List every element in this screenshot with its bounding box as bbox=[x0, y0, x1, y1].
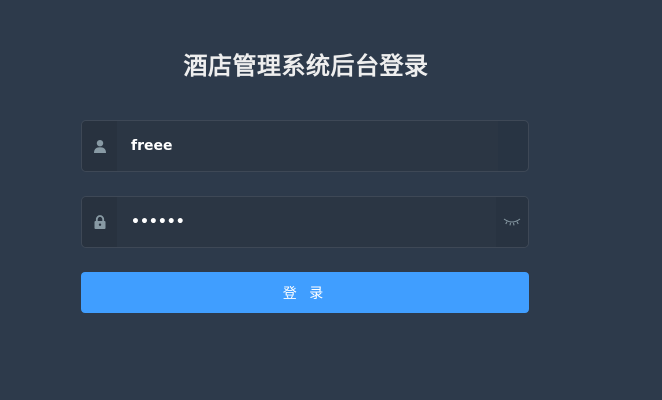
lock-icon bbox=[82, 197, 117, 247]
password-field[interactable] bbox=[81, 196, 529, 248]
password-input[interactable] bbox=[117, 197, 498, 247]
page-title: 酒店管理系统后台登录 bbox=[183, 52, 429, 80]
eye-closed-icon[interactable] bbox=[496, 197, 528, 247]
username-input[interactable] bbox=[117, 121, 498, 171]
user-icon bbox=[82, 121, 117, 171]
login-button[interactable]: 登 录 bbox=[81, 272, 529, 313]
username-input-wrapper bbox=[117, 121, 498, 171]
password-input-wrapper bbox=[117, 197, 498, 247]
login-page: 酒店管理系统后台登录 freee •••••• 登 录 bbox=[0, 0, 662, 400]
username-field[interactable] bbox=[81, 120, 529, 172]
